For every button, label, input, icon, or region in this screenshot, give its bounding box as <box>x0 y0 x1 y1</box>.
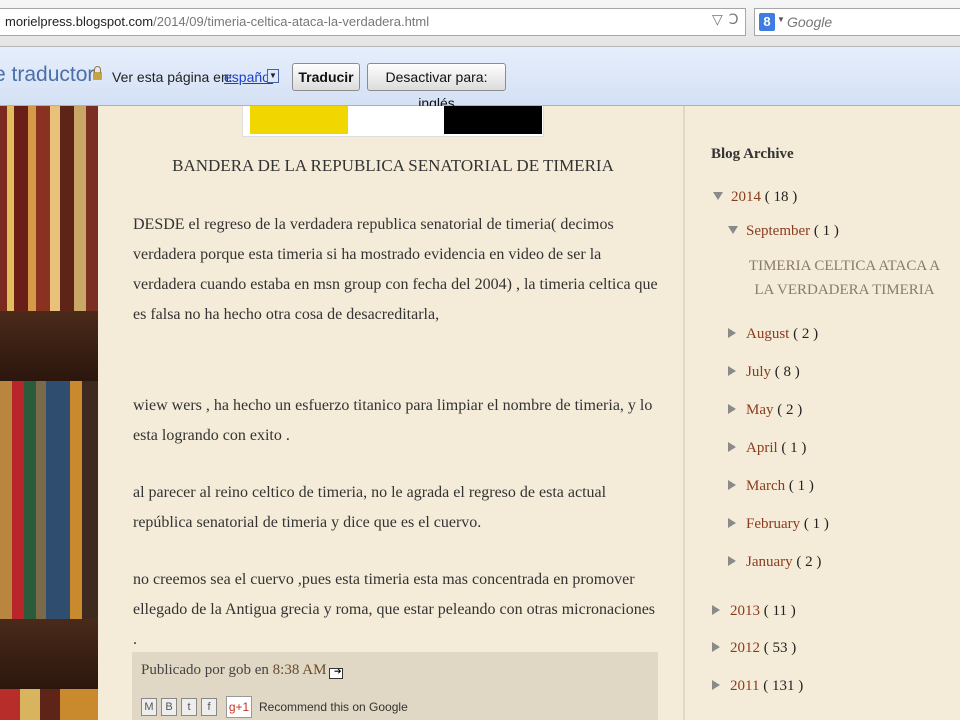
recommend-text: Recommend this on Google <box>259 700 408 714</box>
translate-bar: e traductor Ver esta página en: español … <box>0 47 960 111</box>
expand-right-icon[interactable] <box>728 328 736 338</box>
post-paragraph: wiew wers , ha hecho un esfuerzo titanic… <box>133 397 653 444</box>
posted-by: Publicado por gob en <box>141 662 273 678</box>
expand-down-icon[interactable] <box>713 192 723 200</box>
shelf-board <box>0 619 98 689</box>
lock-icon <box>93 66 102 80</box>
share-facebook-icon[interactable]: f <box>201 698 217 716</box>
archive-month[interactable]: April ( 1 ) <box>728 440 806 457</box>
share-twitter-icon[interactable]: t <box>181 698 197 716</box>
post-title: BANDERA DE LA REPUBLICA SENATORIAL DE TI… <box>172 156 614 175</box>
archive-year[interactable]: 2011 ( 131 ) <box>712 678 803 695</box>
email-post-icon[interactable] <box>329 666 343 679</box>
archive-month[interactable]: January ( 2 ) <box>728 554 821 571</box>
archive-month[interactable]: May ( 2 ) <box>728 402 802 419</box>
expand-right-icon[interactable] <box>728 518 736 528</box>
archive-month[interactable]: March ( 1 ) <box>728 478 814 495</box>
book-row <box>0 381 98 619</box>
google-icon[interactable]: 8 <box>759 13 775 31</box>
search-box[interactable]: 8 ▼ Google <box>754 8 960 36</box>
reader-icon[interactable]: ▽ <box>712 12 723 28</box>
flag-yellow-band <box>250 106 348 134</box>
expand-right-icon[interactable] <box>712 605 720 615</box>
translate-prompt: Ver esta página en: <box>112 69 233 85</box>
language-dropdown-icon[interactable]: ▼ <box>267 69 279 83</box>
search-placeholder: Google <box>787 14 833 30</box>
url-path: /2014/09/timeria-celtica-ataca-la-verdad… <box>153 14 430 29</box>
language-link[interactable]: español <box>224 69 273 85</box>
expand-down-icon[interactable] <box>728 226 738 234</box>
url-controls: ▽ Ↄ <box>712 12 745 28</box>
expand-right-icon[interactable] <box>712 642 720 652</box>
expand-right-icon[interactable] <box>728 442 736 452</box>
archive-month-september[interactable]: September ( 1 ) <box>728 223 839 240</box>
translate-logo: e traductor <box>0 63 95 86</box>
archive-month[interactable]: July ( 8 ) <box>728 364 800 381</box>
browser-toolbar: morielpress.blogspot.com/2014/09/timeria… <box>0 0 960 47</box>
disable-translate-button[interactable]: Desactivar para: inglés <box>367 63 506 111</box>
share-blog-icon[interactable]: B <box>161 698 177 716</box>
post-paragraph: DESDE el regreso de la verdadera republi… <box>133 216 658 323</box>
share-email-icon[interactable]: M <box>141 698 157 716</box>
expand-right-icon[interactable] <box>728 556 736 566</box>
shelf-board <box>0 311 98 381</box>
chevron-down-icon[interactable]: ▼ <box>777 15 785 24</box>
post-meta: Publicado por gob en 8:38 AM <box>141 662 326 679</box>
expand-right-icon[interactable] <box>728 480 736 490</box>
post-paragraph: al parecer al reino celtico de timeria, … <box>133 484 607 531</box>
reload-icon[interactable]: Ↄ <box>729 12 739 28</box>
url-domain: morielpress.blogspot.com <box>5 14 154 29</box>
post-timestamp[interactable]: 8:38 AM <box>273 662 327 678</box>
archive-month[interactable]: February ( 1 ) <box>728 516 829 533</box>
archive-year[interactable]: 2013 ( 11 ) <box>712 603 796 620</box>
archive-year[interactable]: 2012 ( 53 ) <box>712 640 796 657</box>
archive-year-2014[interactable]: 2014 ( 18 ) <box>713 189 797 206</box>
expand-right-icon[interactable] <box>728 404 736 414</box>
translate-button[interactable]: Traducir <box>292 63 360 91</box>
flag-black-band <box>444 106 542 134</box>
bookshelf-background <box>0 106 98 720</box>
address-bar[interactable]: morielpress.blogspot.com/2014/09/timeria… <box>0 8 746 36</box>
archive-post-link[interactable]: TIMERIA CELTICA ATACA A LA VERDADERA TIM… <box>742 254 947 302</box>
expand-right-icon[interactable] <box>712 680 720 690</box>
archive-title: Blog Archive <box>711 146 794 162</box>
archive-month[interactable]: August ( 2 ) <box>728 326 818 343</box>
book-row <box>0 689 98 720</box>
expand-right-icon[interactable] <box>728 366 736 376</box>
google-plus-button[interactable]: g+1 <box>226 696 252 718</box>
post-footer: Publicado por gob en 8:38 AM M B t f g+1… <box>132 652 658 720</box>
flag-image <box>242 106 544 137</box>
post-paragraph: no creemos sea el cuervo ,pues esta time… <box>133 571 656 648</box>
